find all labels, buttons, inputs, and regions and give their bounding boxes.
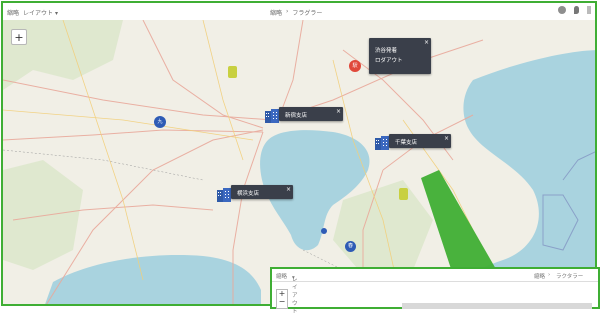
zoom-out-button[interactable]: − — [277, 298, 287, 306]
breadcrumb: 縮略 › フラグラー — [270, 8, 322, 17]
location-popup[interactable]: 千葉支店 × — [389, 134, 451, 148]
red-marker[interactable]: 駅 — [349, 60, 361, 72]
location-popup[interactable]: 渋谷発着 ロダアウト × — [369, 38, 431, 74]
inset-breadcrumb-current[interactable]: ラクタラー — [556, 272, 583, 280]
close-icon[interactable]: × — [286, 186, 291, 193]
location-popup[interactable]: 横浜支店 × — [231, 185, 293, 199]
inset-breadcrumb-root[interactable]: 縮略 — [534, 272, 545, 280]
pin-icon[interactable] — [574, 6, 579, 14]
popup-subtitle: ロダアウト — [375, 58, 403, 64]
map-background — [3, 20, 595, 304]
blue-marker[interactable]: 九 — [154, 116, 166, 128]
main-window: 縮略 レイアウト ▾ 縮略 › フラグラー + 渋谷発着 ロダアウト × 新宿支… — [1, 1, 597, 306]
scroll-edge-icon[interactable] — [587, 6, 591, 14]
building-icon[interactable] — [375, 135, 389, 150]
zoom-in-button[interactable]: + — [11, 29, 27, 45]
close-icon[interactable]: × — [444, 135, 449, 142]
building-icon[interactable] — [265, 108, 279, 123]
popup-title: 新宿支店 — [285, 113, 308, 119]
breadcrumb-separator: › — [286, 8, 289, 15]
inset-breadcrumb-separator: › — [548, 272, 551, 278]
close-icon[interactable]: × — [336, 108, 341, 115]
tab-label[interactable]: 縮略 — [7, 8, 19, 17]
blue-marker[interactable]: 春 — [345, 241, 356, 252]
breadcrumb-current[interactable]: フラグラー — [292, 8, 322, 17]
inset-layout-label: レイアウト — [292, 277, 298, 315]
yellow-marker[interactable] — [228, 66, 237, 78]
toolbar-left: 縮略 レイアウト ▾ — [7, 8, 58, 17]
popup-title: 横浜支店 — [237, 191, 260, 197]
location-popup[interactable]: 新宿支店 × — [279, 107, 343, 121]
chevron-down-icon: ▾ — [54, 10, 58, 17]
inset-placeholder-bar — [402, 303, 592, 309]
inset-tab-label[interactable]: 縮略 — [276, 272, 287, 280]
map-canvas[interactable]: + 渋谷発着 ロダアウト × 新宿支店 × 千葉支店 × 横浜支店 × 駅 九 … — [3, 20, 595, 304]
settings-icon[interactable] — [558, 6, 566, 14]
chevron-down-icon: ▾ — [292, 275, 295, 281]
popup-title: 渋谷発着 — [375, 48, 398, 54]
blue-marker[interactable] — [321, 228, 327, 234]
inset-window[interactable]: 縮略 レイアウト ▾ 縮略 › ラクタラー + − — [270, 267, 600, 315]
inset-toolbar: 縮略 レイアウト ▾ 縮略 › ラクタラー — [272, 269, 598, 315]
layout-label: レイアウト — [23, 10, 54, 17]
yellow-marker[interactable] — [399, 188, 408, 200]
toolbar-right — [558, 6, 591, 14]
layout-dropdown[interactable]: レイアウト ▾ — [23, 8, 58, 17]
close-icon[interactable]: × — [424, 39, 429, 46]
inset-zoom-control[interactable]: + − — [276, 289, 288, 309]
map-toolbar: 縮略 レイアウト ▾ 縮略 › フラグラー — [3, 3, 595, 21]
breadcrumb-root[interactable]: 縮略 — [270, 8, 282, 17]
popup-title: 千葉支店 — [395, 140, 418, 146]
building-icon[interactable] — [217, 187, 231, 202]
